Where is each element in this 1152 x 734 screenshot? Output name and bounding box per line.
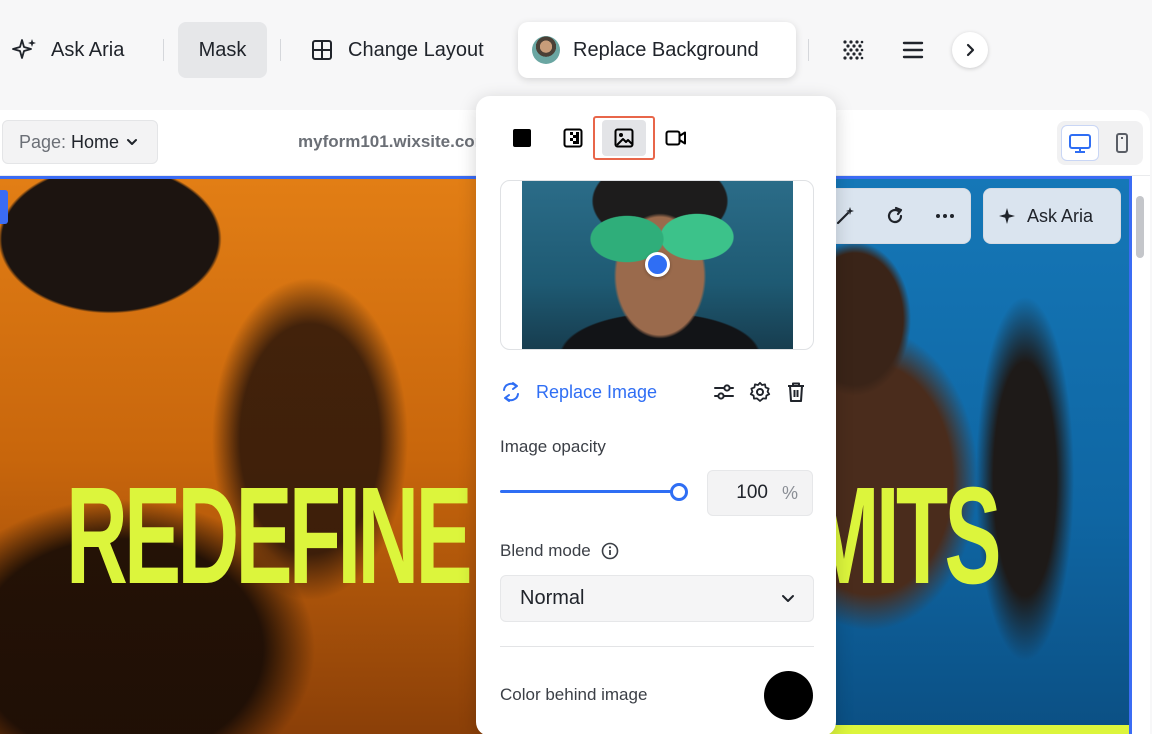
image-actions-row: Replace Image <box>500 380 814 404</box>
canvas-scrollbar[interactable] <box>1136 196 1144 258</box>
replace-image-label: Replace Image <box>536 381 658 402</box>
settings-button[interactable] <box>748 378 772 406</box>
ask-aria-label: Ask Aria <box>51 38 125 61</box>
page-selector-label: Page: <box>19 131 67 152</box>
change-layout-button[interactable]: Change Layout <box>310 22 484 78</box>
magic-wand-icon <box>836 207 854 225</box>
background-thumbnail <box>532 36 560 64</box>
layout-icon <box>312 40 332 60</box>
rotate-icon <box>887 206 903 224</box>
adjust-button[interactable] <box>712 378 736 406</box>
focal-point-handle[interactable] <box>645 252 670 277</box>
swap-icon <box>503 382 519 402</box>
info-icon[interactable] <box>601 542 619 560</box>
opacity-slider-track <box>500 490 680 493</box>
video-icon <box>665 130 686 146</box>
top-toolbar: Ask Aria Mask Change Layout Replace Back… <box>0 0 1152 100</box>
sparkle-icon <box>12 39 36 59</box>
toolbar-divider <box>280 39 281 61</box>
desktop-icon <box>1069 134 1091 153</box>
opacity-value: 100 <box>736 482 768 503</box>
gradient-icon <box>563 128 583 148</box>
chevron-down-icon <box>782 595 794 602</box>
ellipsis-icon <box>936 214 954 218</box>
mobile-icon <box>1116 133 1128 153</box>
more-tools-button[interactable] <box>952 32 988 68</box>
replace-background-label: Replace Background <box>573 38 759 61</box>
solid-color-icon <box>513 129 531 147</box>
opacity-input[interactable]: 100 % <box>707 470 813 516</box>
trash-icon <box>788 382 804 402</box>
image-tools <box>712 378 808 406</box>
device-switcher <box>1057 121 1143 165</box>
element-toolbar <box>818 188 971 244</box>
site-url: myform101.wixsite.com <box>298 132 490 151</box>
toolbar-divider <box>808 39 809 61</box>
mask-label: Mask <box>198 38 247 61</box>
sparkle-icon <box>999 208 1015 224</box>
bg-type-color-button[interactable] <box>504 118 540 158</box>
replace-background-button[interactable]: Replace Background <box>518 22 796 78</box>
sliders-icon <box>714 384 734 400</box>
desktop-view-button[interactable] <box>1061 125 1099 161</box>
background-settings-panel: Replace Image Image opacity 100 % Blend … <box>476 96 836 734</box>
mask-button[interactable]: Mask <box>178 22 267 78</box>
gear-icon <box>749 381 771 402</box>
delete-button[interactable] <box>784 378 808 406</box>
blend-mode-dropdown[interactable]: Normal <box>500 575 814 622</box>
opacity-unit: % <box>781 482 798 503</box>
bg-type-video-button[interactable] <box>658 118 694 158</box>
menu-button[interactable] <box>898 22 928 78</box>
redo-button[interactable] <box>881 202 909 230</box>
ask-aria-button[interactable]: Ask Aria <box>12 22 124 78</box>
blend-mode-label-row: Blend mode <box>500 541 619 561</box>
element-ask-aria-button[interactable]: Ask Aria <box>983 188 1121 244</box>
color-behind-image-swatch[interactable] <box>764 671 813 720</box>
element-ask-aria-label: Ask Aria <box>1027 205 1094 226</box>
bg-type-gradient-button[interactable] <box>555 118 591 158</box>
opacity-slider[interactable] <box>500 482 688 502</box>
mobile-view-button[interactable] <box>1105 125 1139 161</box>
blend-mode-label: Blend mode <box>500 541 591 560</box>
dots-grid-icon <box>843 40 864 60</box>
change-layout-label: Change Layout <box>348 38 484 61</box>
color-behind-image-label: Color behind image <box>500 685 648 704</box>
chevron-down-icon <box>127 139 138 145</box>
more-options-button[interactable] <box>931 202 959 230</box>
bg-type-image-button[interactable] <box>593 116 655 160</box>
opacity-slider-thumb[interactable] <box>670 483 688 501</box>
hamburger-icon <box>902 41 924 59</box>
image-opacity-label: Image opacity <box>500 437 606 456</box>
chevron-right-icon <box>966 43 975 57</box>
image-icon <box>614 128 634 148</box>
selection-handle[interactable] <box>0 190 8 224</box>
panel-divider <box>500 646 814 647</box>
blend-mode-value: Normal <box>520 587 585 609</box>
bg-type-image-selected <box>602 120 646 156</box>
image-preview[interactable] <box>500 180 814 350</box>
page-selector[interactable]: Page: Home <box>2 120 158 164</box>
replace-image-button[interactable]: Replace Image <box>500 381 657 403</box>
dots-pattern-button[interactable] <box>838 22 868 78</box>
toolbar-divider <box>163 39 164 61</box>
page-selector-value: Home <box>71 131 120 152</box>
